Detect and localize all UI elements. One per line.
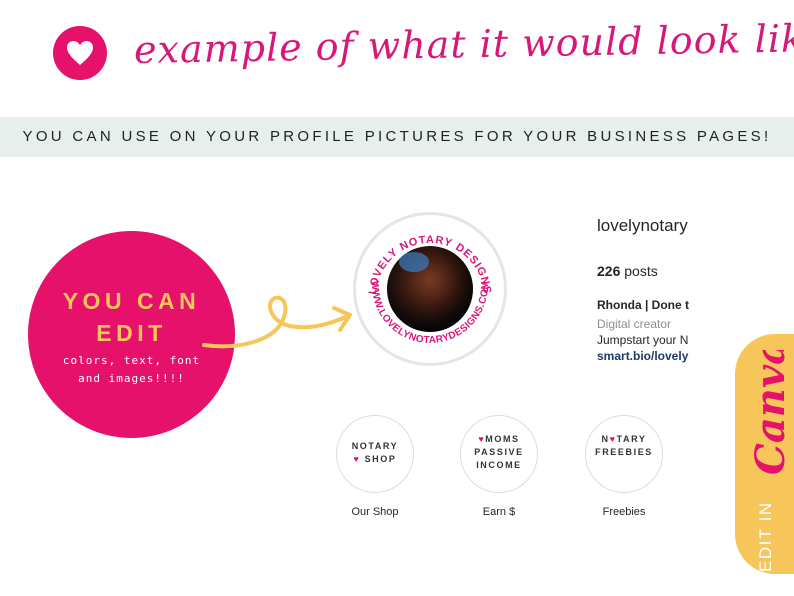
highlight-line: PASSIVE	[474, 447, 524, 457]
highlight-word: MOMS	[485, 434, 520, 444]
highlight-text: NOTARY ♥ SHOP	[336, 440, 414, 466]
highlight-line: N♥TARY	[585, 433, 663, 446]
highlight-line: FREEBIES	[595, 447, 653, 457]
banner-text: YOU CAN USE ON YOUR PROFILE PICTURES FOR…	[22, 128, 772, 145]
highlight-word: TARY	[616, 434, 647, 444]
heart-icon	[67, 41, 93, 65]
highlight-text: ♥MOMS PASSIVE INCOME	[460, 433, 538, 472]
curly-arrow-icon	[202, 295, 352, 349]
profile-clip	[695, 205, 740, 375]
posts-count: 226 posts	[597, 263, 658, 279]
bio-name: Rhonda | Done t	[597, 298, 690, 312]
edit-in-text: EDIT IN	[756, 501, 775, 572]
highlight-label: Our Shop	[351, 506, 399, 518]
highlight-label: Earn $	[482, 506, 516, 518]
posts-number: 226	[597, 263, 621, 279]
highlight-line: ♥ SHOP	[336, 453, 414, 466]
bio-line: Jumpstart your N	[597, 333, 689, 347]
heart-badge	[53, 26, 107, 80]
canva-wordmark: Canva	[747, 350, 794, 475]
small-heart-icon: ♥	[353, 454, 361, 464]
highlight-line: ♥MOMS	[460, 433, 538, 446]
highlight-word: N	[601, 434, 610, 444]
posts-label: posts	[624, 263, 658, 279]
profile-username: lovelynotary	[597, 216, 688, 235]
edit-in-label: EDIT IN	[756, 501, 775, 572]
bio-category: Digital creator	[597, 317, 672, 331]
canva-script-text: Canva	[747, 350, 794, 475]
highlight-label: Freebies	[602, 506, 646, 518]
highlight-word: SHOP	[364, 454, 397, 464]
script-title: example of what it would look like	[133, 15, 794, 73]
avatar-photo	[387, 246, 473, 332]
highlight-line: INCOME	[476, 460, 522, 470]
highlight-line: NOTARY	[351, 441, 399, 451]
bio-link[interactable]: smart.bio/lovely	[597, 349, 688, 363]
highlight-text: N♥TARY FREEBIES	[585, 433, 663, 459]
pink-sub-line2: and images!!!!	[78, 372, 185, 385]
small-heart-icon: ♥	[609, 434, 617, 444]
